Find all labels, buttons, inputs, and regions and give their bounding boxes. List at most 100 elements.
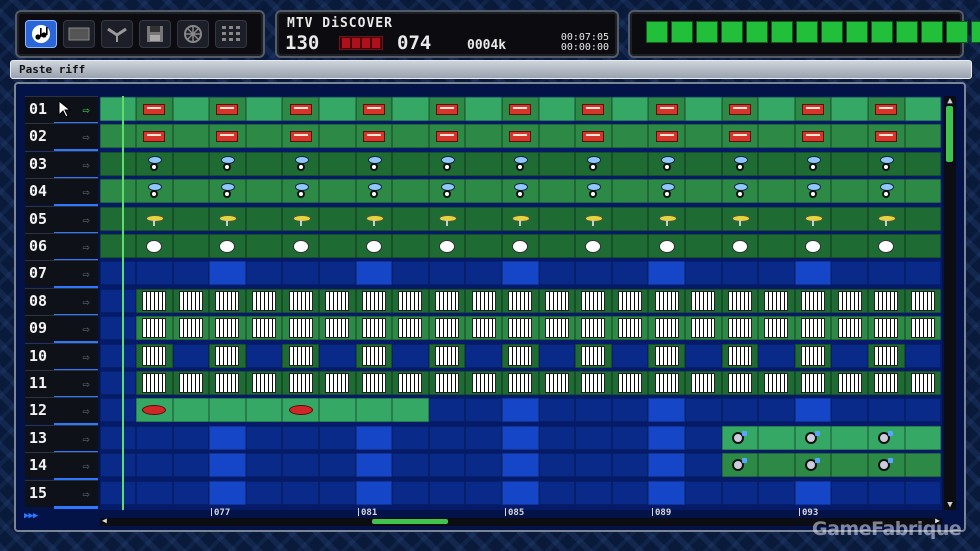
riff-cell[interactable] bbox=[245, 288, 283, 313]
riff-cell[interactable] bbox=[575, 343, 612, 368]
empty-cell[interactable] bbox=[831, 480, 868, 505]
riff-cell[interactable] bbox=[868, 179, 905, 204]
riff-cell[interactable] bbox=[575, 97, 612, 121]
track-09[interactable]: 09 ⇨ bbox=[25, 315, 98, 345]
empty-cell[interactable] bbox=[831, 343, 868, 368]
empty-cell[interactable] bbox=[904, 398, 942, 423]
empty-cell[interactable] bbox=[904, 97, 942, 121]
music-note-icon[interactable] bbox=[25, 20, 57, 48]
empty-cell[interactable] bbox=[538, 151, 576, 176]
riff-cell[interactable] bbox=[575, 234, 612, 258]
empty-cell[interactable] bbox=[502, 261, 539, 286]
empty-cell[interactable] bbox=[831, 234, 868, 258]
riff-cell[interactable] bbox=[209, 234, 246, 258]
track-06[interactable]: 06 ⇨ bbox=[25, 233, 98, 262]
riff-cell[interactable] bbox=[794, 97, 832, 121]
riff-cell[interactable] bbox=[831, 371, 868, 395]
riff-cell[interactable] bbox=[428, 288, 466, 313]
track-arrow-icon[interactable]: ⇨ bbox=[78, 459, 94, 473]
riff-cell[interactable] bbox=[136, 288, 173, 313]
riff-cell[interactable] bbox=[538, 371, 576, 395]
riff-cell[interactable] bbox=[355, 316, 393, 341]
riff-cell[interactable] bbox=[209, 206, 246, 231]
empty-cell[interactable] bbox=[502, 425, 539, 450]
empty-cell[interactable] bbox=[611, 179, 649, 204]
riff-cell[interactable] bbox=[794, 371, 832, 395]
riff-cell[interactable] bbox=[721, 371, 759, 395]
empty-cell[interactable] bbox=[611, 151, 649, 176]
riff-cell[interactable] bbox=[758, 371, 795, 395]
riff-cell[interactable] bbox=[209, 343, 246, 368]
riff-cell[interactable] bbox=[648, 179, 685, 204]
riff-cell[interactable] bbox=[136, 206, 173, 231]
riff-cell[interactable] bbox=[282, 343, 319, 368]
riff-cell[interactable] bbox=[355, 151, 393, 176]
empty-cell[interactable] bbox=[209, 480, 246, 505]
empty-cell[interactable] bbox=[685, 343, 722, 368]
empty-cell[interactable] bbox=[538, 261, 576, 286]
riff-cell[interactable] bbox=[611, 288, 649, 313]
empty-cell[interactable] bbox=[392, 453, 429, 478]
empty-cell[interactable] bbox=[465, 124, 502, 149]
riff-cell[interactable] bbox=[794, 453, 832, 478]
empty-cell[interactable] bbox=[465, 480, 502, 505]
empty-cell[interactable] bbox=[319, 261, 356, 286]
empty-cell[interactable] bbox=[172, 398, 210, 423]
riff-cell[interactable] bbox=[502, 206, 539, 231]
empty-cell[interactable] bbox=[245, 398, 283, 423]
riff-cell[interactable] bbox=[758, 288, 795, 313]
empty-cell[interactable] bbox=[172, 151, 210, 176]
empty-cell[interactable] bbox=[465, 398, 502, 423]
empty-cell[interactable] bbox=[758, 398, 795, 423]
track-arrow-icon[interactable]: ⇨ bbox=[78, 213, 94, 227]
riff-cell[interactable] bbox=[794, 151, 832, 176]
empty-cell[interactable] bbox=[465, 425, 502, 450]
empty-cell[interactable] bbox=[904, 151, 942, 176]
empty-cell[interactable] bbox=[575, 398, 612, 423]
empty-cell[interactable] bbox=[319, 480, 356, 505]
empty-cell[interactable] bbox=[392, 179, 429, 204]
empty-cell[interactable] bbox=[794, 261, 832, 286]
empty-cell[interactable] bbox=[136, 261, 173, 286]
empty-cell[interactable] bbox=[100, 151, 136, 176]
empty-cell[interactable] bbox=[319, 206, 356, 231]
empty-cell[interactable] bbox=[648, 261, 685, 286]
riff-cell[interactable] bbox=[282, 179, 319, 204]
empty-cell[interactable] bbox=[465, 453, 502, 478]
riff-cell[interactable] bbox=[721, 425, 759, 450]
empty-cell[interactable] bbox=[575, 453, 612, 478]
empty-cell[interactable] bbox=[575, 480, 612, 505]
riff-cell[interactable] bbox=[721, 288, 759, 313]
empty-cell[interactable] bbox=[868, 480, 905, 505]
empty-cell[interactable] bbox=[319, 179, 356, 204]
empty-cell[interactable] bbox=[904, 234, 942, 258]
riff-cell[interactable] bbox=[502, 234, 539, 258]
riff-cell[interactable] bbox=[428, 97, 466, 121]
empty-cell[interactable] bbox=[868, 398, 905, 423]
empty-cell[interactable] bbox=[721, 398, 759, 423]
empty-cell[interactable] bbox=[831, 124, 868, 149]
empty-cell[interactable] bbox=[392, 97, 429, 121]
empty-cell[interactable] bbox=[209, 398, 246, 423]
empty-cell[interactable] bbox=[685, 398, 722, 423]
riff-cell[interactable] bbox=[428, 316, 466, 341]
riff-cell[interactable] bbox=[428, 206, 466, 231]
empty-cell[interactable] bbox=[100, 343, 136, 368]
track-08[interactable]: 08 ⇨ bbox=[25, 287, 98, 317]
riff-cell[interactable] bbox=[721, 124, 759, 149]
riff-cell[interactable] bbox=[428, 179, 466, 204]
empty-cell[interactable] bbox=[685, 453, 722, 478]
riff-cell[interactable] bbox=[428, 151, 466, 176]
riff-cell[interactable] bbox=[648, 288, 685, 313]
riff-cell[interactable] bbox=[904, 371, 942, 395]
track-arrow-icon[interactable]: ⇨ bbox=[78, 295, 94, 309]
empty-cell[interactable] bbox=[538, 343, 576, 368]
riff-cell[interactable] bbox=[502, 179, 539, 204]
riff-cell[interactable] bbox=[136, 124, 173, 149]
riff-cell[interactable] bbox=[392, 288, 429, 313]
empty-cell[interactable] bbox=[172, 480, 210, 505]
riff-cell[interactable] bbox=[648, 316, 685, 341]
empty-cell[interactable] bbox=[831, 97, 868, 121]
empty-cell[interactable] bbox=[538, 425, 576, 450]
empty-cell[interactable] bbox=[904, 343, 942, 368]
